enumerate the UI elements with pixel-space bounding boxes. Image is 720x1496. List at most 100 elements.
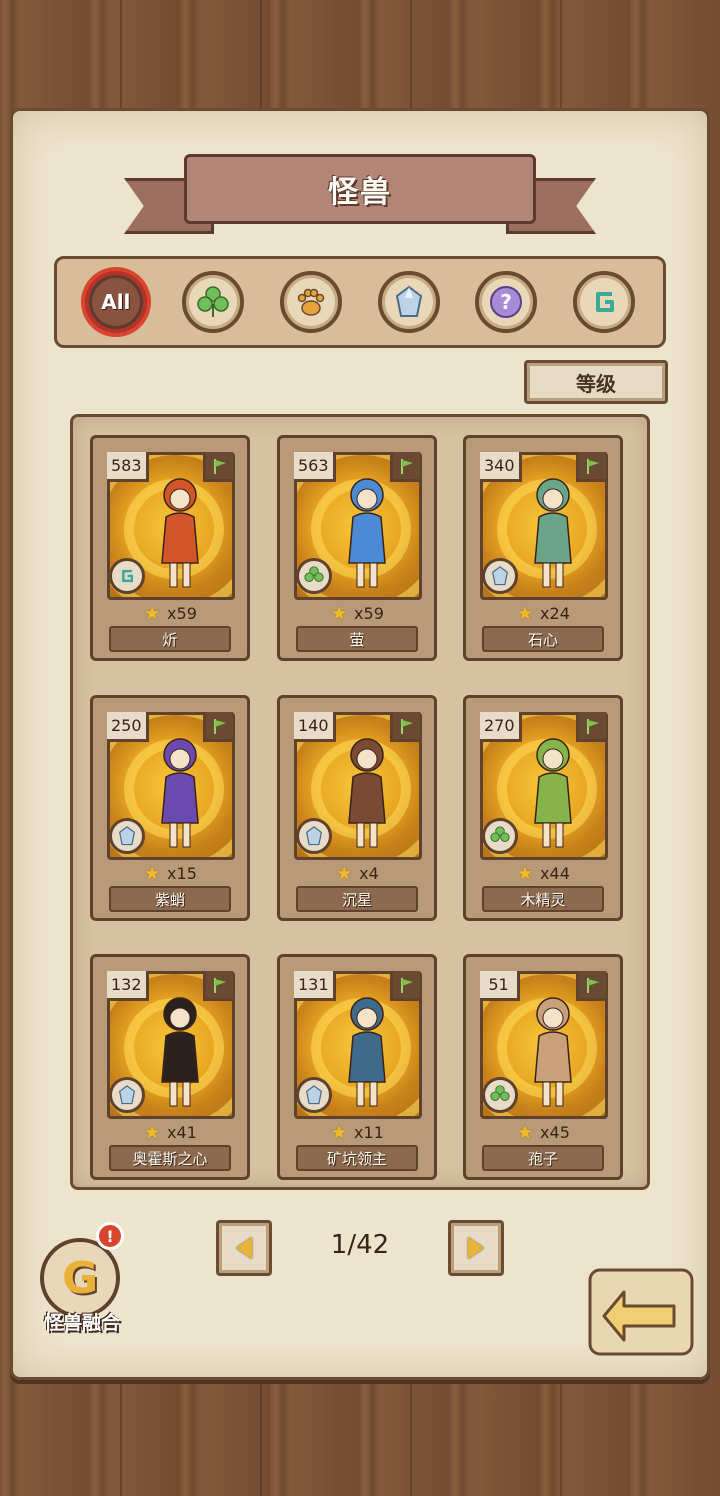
flag-icon[interactable] <box>576 971 606 1001</box>
monster-count: ★ x24 <box>466 601 620 625</box>
star-icon: ★ <box>516 601 535 625</box>
filter-all-button[interactable]: All <box>84 271 147 333</box>
star-icon: ★ <box>335 861 354 885</box>
monster-name: 孢子 <box>482 1145 604 1171</box>
svg-text:?: ? <box>501 290 513 314</box>
monster-count-value: x41 <box>167 1122 197 1142</box>
back-button[interactable] <box>584 1264 698 1360</box>
filter-special-button[interactable] <box>573 271 636 333</box>
clover-icon <box>482 1077 518 1113</box>
monster-card[interactable]: 250 ★ x15 紫蛸 <box>90 695 250 921</box>
arrow-left-icon <box>236 1237 252 1259</box>
monster-figure <box>348 738 386 848</box>
star-icon: ★ <box>516 861 535 885</box>
monster-count: ★ x41 <box>93 1120 247 1144</box>
monster-name: 木精灵 <box>482 886 604 912</box>
page-indicator: 1/42 <box>330 1230 390 1260</box>
star-icon: ★ <box>516 1120 535 1144</box>
monster-count-value: x11 <box>354 1122 384 1142</box>
monster-count-value: x44 <box>540 863 570 883</box>
monster-level: 563 <box>294 452 336 482</box>
filter-all-label: All <box>101 290 131 314</box>
banner-ribbon: 怪兽 <box>184 154 536 224</box>
filter-beast-button[interactable] <box>280 271 343 333</box>
prev-page-button[interactable] <box>216 1220 272 1276</box>
monster-level: 140 <box>294 712 336 742</box>
monster-count: ★ x59 <box>93 601 247 625</box>
monster-level: 250 <box>107 712 149 742</box>
flag-icon[interactable] <box>203 712 233 742</box>
next-page-button[interactable] <box>448 1220 504 1276</box>
crystal-icon <box>395 285 422 317</box>
star-icon: ★ <box>143 1120 162 1144</box>
flag-icon[interactable] <box>390 452 420 482</box>
crystal-icon <box>482 558 518 594</box>
crystal-icon <box>296 1077 332 1113</box>
monster-figure <box>161 478 199 588</box>
star-icon: ★ <box>143 601 162 625</box>
sort-label: 等级 <box>576 371 616 396</box>
monster-count-value: x59 <box>167 603 197 623</box>
flag-icon[interactable] <box>390 971 420 1001</box>
monster-card[interactable]: 270 ★ x44 木精灵 <box>463 695 623 921</box>
monster-figure <box>348 997 386 1107</box>
fusion-alert-badge: ! <box>96 1222 124 1250</box>
monster-count-value: x24 <box>540 603 570 623</box>
monster-figure <box>534 738 572 848</box>
monster-figure <box>534 997 572 1107</box>
monster-name: 奥霍斯之心 <box>109 1145 231 1171</box>
monster-name: 沉星 <box>296 886 418 912</box>
monster-level: 132 <box>107 971 149 1001</box>
monster-level: 51 <box>480 971 520 1001</box>
monster-level: 131 <box>294 971 336 1001</box>
monster-figure <box>161 738 199 848</box>
flag-icon[interactable] <box>576 452 606 482</box>
clover-icon <box>296 558 332 594</box>
monster-name: 紫蛸 <box>109 886 231 912</box>
monster-card[interactable]: 132 ★ x41 奥霍斯之心 <box>90 954 250 1180</box>
fusion-label: 怪兽融合 <box>43 1312 120 1334</box>
monster-card[interactable]: 583 ★ x59 炘 <box>90 435 250 661</box>
g-rune-icon <box>596 292 615 312</box>
sort-by-level-button[interactable]: 等级 <box>524 360 668 404</box>
monster-card[interactable]: 131 ★ x11 矿坑领主 <box>277 954 437 1180</box>
fusion-icon: G <box>40 1238 120 1318</box>
star-icon: ★ <box>330 601 349 625</box>
monster-count: ★ x15 <box>93 861 247 885</box>
page-title: 怪兽 <box>328 175 392 210</box>
filter-mineral-button[interactable] <box>377 271 440 333</box>
monster-card[interactable]: 51 ★ x45 孢子 <box>463 954 623 1180</box>
g-rune-icon <box>109 558 145 594</box>
monster-count-value: x15 <box>167 863 197 883</box>
flag-icon[interactable] <box>203 452 233 482</box>
monster-count: ★ x59 <box>280 601 434 625</box>
paw-icon <box>297 288 325 316</box>
monster-count: ★ x44 <box>466 861 620 885</box>
monster-card[interactable]: 140 ★ x4 沉星 <box>277 695 437 921</box>
star-icon: ★ <box>143 861 162 885</box>
flag-icon[interactable] <box>203 971 233 1001</box>
flag-icon[interactable] <box>390 712 420 742</box>
monster-name: 石心 <box>482 626 604 652</box>
monster-card[interactable]: 340 ★ x24 石心 <box>463 435 623 661</box>
filter-mystery-button[interactable]: ? <box>475 271 538 333</box>
monster-count: ★ x45 <box>466 1120 620 1144</box>
monster-level: 583 <box>107 452 149 482</box>
monster-count-value: x45 <box>540 1122 570 1142</box>
arrow-right-icon <box>468 1237 484 1259</box>
monster-level: 340 <box>480 452 522 482</box>
question-icon: ? <box>490 286 523 318</box>
crystal-icon <box>109 1077 145 1113</box>
monster-fusion-button[interactable]: G 怪兽融合 <box>30 1238 134 1338</box>
monster-figure <box>161 997 199 1107</box>
clover-icon <box>197 286 230 317</box>
monster-count-value: x59 <box>354 603 384 623</box>
filter-plant-button[interactable] <box>182 271 245 333</box>
clover-icon <box>482 818 518 854</box>
crystal-icon <box>296 818 332 854</box>
monster-card[interactable]: 563 ★ x59 萤 <box>277 435 437 661</box>
monster-level: 270 <box>480 712 522 742</box>
flag-icon[interactable] <box>576 712 606 742</box>
monster-figure <box>534 478 572 588</box>
monster-name: 炘 <box>109 626 231 652</box>
